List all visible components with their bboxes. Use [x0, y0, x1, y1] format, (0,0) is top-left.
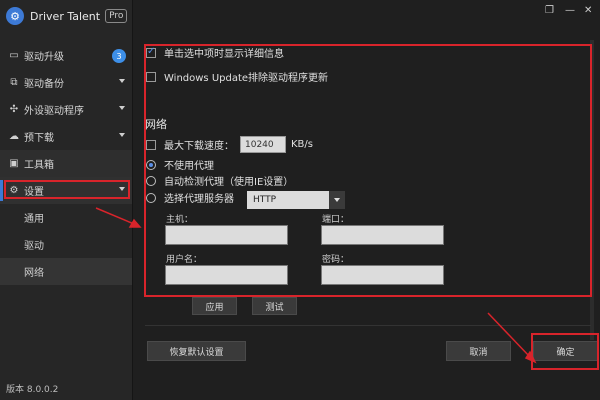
annotation-arrows: [95, 207, 537, 364]
arrow-to-network-settings: [95, 207, 142, 228]
arrow-to-ok-button: [487, 312, 537, 364]
